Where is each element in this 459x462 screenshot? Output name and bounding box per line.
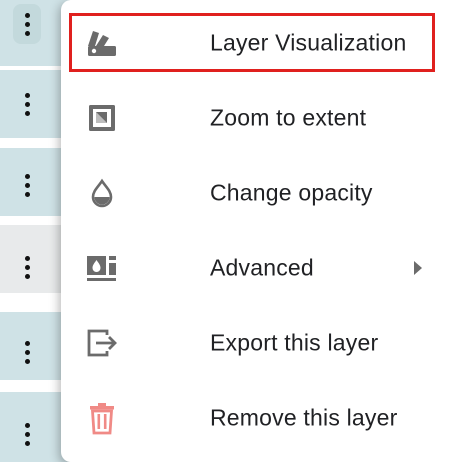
menu-item-export-layer[interactable]: Export this layer — [61, 307, 459, 379]
menu-item-label: Layer Visualization — [210, 29, 407, 56]
dot — [24, 340, 30, 346]
dot — [24, 110, 30, 116]
dot — [24, 21, 30, 27]
layer-row — [0, 70, 70, 138]
layer-row — [0, 225, 70, 293]
more-options-button[interactable] — [13, 247, 41, 287]
dot — [24, 92, 30, 98]
layer-row — [0, 392, 70, 462]
menu-item-zoom-to-extent[interactable]: Zoom to extent — [61, 82, 459, 154]
menu-item-remove-layer[interactable]: Remove this layer — [61, 382, 459, 454]
more-options-button[interactable] — [13, 84, 41, 124]
menu-item-label: Zoom to extent — [210, 104, 367, 131]
more-options-button[interactable] — [13, 4, 41, 44]
more-options-button[interactable] — [13, 414, 41, 454]
dot — [24, 358, 30, 364]
more-options-button[interactable] — [13, 332, 41, 372]
opacity-drop-icon — [85, 176, 119, 210]
dot — [24, 30, 30, 36]
dot — [24, 431, 30, 437]
dot — [24, 264, 30, 270]
menu-item-layer-visualization[interactable]: Layer Visualization — [61, 7, 459, 79]
menu-item-label: Remove this layer — [210, 404, 398, 431]
dot — [24, 273, 30, 279]
dot — [24, 173, 30, 179]
menu-item-label: Advanced — [210, 254, 314, 281]
layer-context-menu: Layer Visualization Zoom to extent Chang… — [61, 0, 459, 462]
layer-row — [0, 148, 70, 216]
dot — [24, 191, 30, 197]
palette-icon — [85, 26, 119, 60]
dot — [24, 440, 30, 446]
dot — [24, 101, 30, 107]
dot — [24, 349, 30, 355]
dot — [24, 12, 30, 18]
layer-row — [0, 312, 70, 380]
menu-item-label: Export this layer — [210, 329, 379, 356]
advanced-layer-icon — [85, 251, 119, 285]
export-icon — [85, 326, 119, 360]
submenu-arrow-icon — [414, 261, 422, 275]
screen: Layer Visualization Zoom to extent Chang… — [0, 0, 459, 462]
layer-list — [0, 0, 70, 462]
menu-item-change-opacity[interactable]: Change opacity — [61, 157, 459, 229]
menu-item-label: Change opacity — [210, 179, 373, 206]
trash-icon — [85, 401, 119, 435]
more-options-button[interactable] — [13, 165, 41, 205]
zoom-extent-icon — [85, 101, 119, 135]
dot — [24, 182, 30, 188]
dot — [24, 255, 30, 261]
layer-row — [0, 0, 70, 66]
dot — [24, 422, 30, 428]
menu-item-advanced[interactable]: Advanced — [61, 232, 459, 304]
